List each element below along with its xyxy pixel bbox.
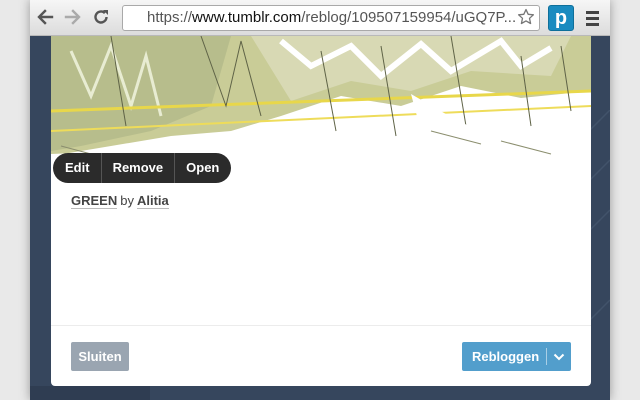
reblog-dialog: Edit Remove Open GREEN by Alitia Sluiten R… [51, 36, 591, 386]
open-button[interactable]: Open [174, 153, 231, 183]
remove-button[interactable]: Remove [100, 153, 175, 183]
reload-icon[interactable] [90, 6, 112, 28]
post-image [51, 36, 591, 168]
extension-icon[interactable]: p [548, 5, 574, 31]
browser-window: https://www.tumblr.com/reblog/1095071599… [30, 0, 610, 400]
extension-letter: p [554, 6, 568, 29]
address-bar[interactable]: https://www.tumblr.com/reblog/1095071599… [122, 5, 540, 31]
edit-button[interactable]: Edit [53, 153, 101, 183]
url-domain: www.tumblr.com [192, 9, 302, 26]
url-prefix: https:// [147, 9, 193, 26]
forward-arrow-icon[interactable] [62, 6, 84, 28]
back-arrow-icon[interactable] [34, 6, 56, 28]
url-path: /reblog/109507159954/uGQ7P... [301, 9, 517, 26]
author-link[interactable]: Alitia [136, 193, 169, 209]
image-edit-toolbar: Edit Remove Open [53, 153, 232, 183]
reblog-button[interactable]: Rebloggen [462, 342, 571, 371]
browser-toolbar: https://www.tumblr.com/reblog/1095071599… [30, 0, 610, 36]
close-button[interactable]: Sluiten [71, 342, 129, 371]
reblog-button-label: Rebloggen [472, 349, 540, 364]
star-icon[interactable] [516, 7, 536, 27]
post-caption: GREEN by Alitia [71, 193, 169, 209]
caption-by-text: by [120, 193, 134, 208]
dialog-footer: Sluiten Rebloggen [51, 325, 591, 386]
menu-icon[interactable] [582, 7, 602, 29]
post-title-link[interactable]: GREEN [71, 193, 118, 209]
chevron-down-icon[interactable] [547, 353, 571, 361]
background-block [30, 386, 150, 400]
